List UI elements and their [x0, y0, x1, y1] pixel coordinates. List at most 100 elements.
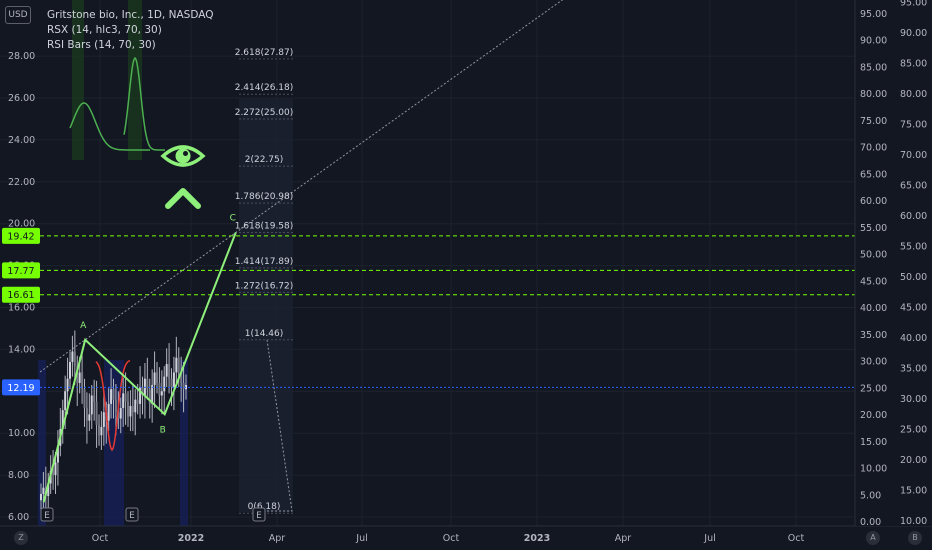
fib-level-label: 1.414(17.89)	[235, 257, 294, 267]
chart-legend: Gritstone bio, Inc., 1D, NASDAQ RSX (14,…	[47, 8, 213, 53]
osc2-tick: 55.00	[900, 242, 927, 253]
candle	[175, 336, 178, 383]
auto-scale-button[interactable]: A	[866, 531, 880, 545]
wave-label-b: B	[160, 425, 166, 435]
rsi-bars-indicator-label[interactable]: RSI Bars (14, 70, 30)	[47, 38, 213, 53]
earnings-event-marker: E	[40, 507, 54, 522]
osc1-tick: 35.00	[860, 330, 887, 341]
fib-level-label: 1.272(16.72)	[235, 281, 294, 291]
osc1-tick: 75.00	[860, 116, 887, 127]
osc1-tick: 80.00	[860, 89, 887, 100]
candle	[160, 370, 163, 415]
candle	[131, 385, 134, 432]
time-tick: Jul	[703, 533, 715, 544]
candle	[168, 343, 171, 394]
time-tick: Oct	[443, 533, 460, 544]
osc1-tick: 20.00	[860, 410, 887, 421]
earnings-event-marker: E	[125, 507, 139, 522]
chevron-up-icon	[165, 188, 201, 209]
time-tick: Apr	[615, 533, 632, 544]
osc1-tick: 90.00	[860, 36, 887, 47]
candle	[146, 357, 149, 400]
timezone-button[interactable]: Z	[14, 531, 28, 545]
candle	[143, 363, 146, 419]
candle	[134, 389, 137, 436]
osc1-tick: 65.00	[860, 169, 887, 180]
fib-level-label: 2.414(26.18)	[235, 83, 294, 93]
log-scale-button[interactable]: B	[908, 531, 922, 545]
osc2-tick: 65.00	[900, 181, 927, 192]
osc1-tick: 70.00	[860, 143, 887, 154]
price-tick: 10.00	[8, 428, 35, 439]
price-tick: 8.00	[8, 470, 29, 481]
osc2-tick: 50.00	[900, 272, 927, 283]
time-tick: Apr	[269, 533, 286, 544]
price-tick: 16.00	[8, 303, 35, 314]
fib-level-label: 1.618(19.58)	[235, 221, 294, 231]
osc1-tick: 25.00	[860, 383, 887, 394]
candle	[93, 379, 96, 421]
svg-text:E: E	[129, 511, 135, 521]
fib-level-label: 2.272(25.00)	[235, 108, 294, 118]
eye-icon	[160, 145, 206, 167]
price-tick: 28.00	[8, 51, 35, 62]
osc2-tick: 40.00	[900, 333, 927, 344]
osc1-tick: 0.00	[860, 517, 881, 528]
candle	[83, 378, 86, 427]
wave-label-a: A	[80, 321, 87, 331]
candle	[127, 391, 129, 427]
candle	[156, 361, 158, 394]
osc1-tick: 40.00	[860, 303, 887, 314]
candle	[165, 348, 168, 388]
osc2-tick: 10.00	[900, 516, 927, 527]
osc2-tick: 60.00	[900, 211, 927, 222]
osc2-tick: 25.00	[900, 425, 927, 436]
candle	[76, 355, 79, 406]
osc2-tick: 80.00	[900, 89, 927, 100]
svg-text:E: E	[44, 511, 50, 521]
svg-text:E: E	[256, 511, 262, 521]
osc2-tick: 95.00	[900, 0, 927, 9]
fib-level-label: 1(14.46)	[245, 329, 284, 339]
candle	[151, 369, 154, 423]
rsx-indicator-label[interactable]: RSX (14, hlc3, 70, 30)	[47, 23, 213, 38]
candle	[69, 351, 71, 390]
fib-level-label: 2.618(27.87)	[235, 48, 294, 58]
event-markers: EEE	[40, 507, 266, 522]
price-tick: 14.00	[8, 344, 35, 355]
symbol-title: Gritstone bio, Inc., 1D, NASDAQ	[47, 9, 214, 21]
osc2-tick: 70.00	[900, 150, 927, 161]
osc1-tick: 10.00	[860, 464, 887, 475]
time-tick: Oct	[92, 533, 109, 544]
price-label: 16.61	[7, 290, 34, 301]
price-tick: 26.00	[8, 93, 35, 104]
price-levels	[40, 235, 855, 388]
osc1-tick: 95.00	[860, 9, 887, 20]
candle	[163, 366, 166, 415]
osc2-tick: 20.00	[900, 455, 927, 466]
price-tick: 6.00	[8, 512, 29, 523]
osc1-tick: 85.00	[860, 62, 887, 73]
osc1-tick: 55.00	[860, 223, 887, 234]
time-tick: Jul	[355, 533, 367, 544]
price-label: 19.42	[7, 231, 34, 242]
price-label: 17.77	[7, 266, 34, 277]
currency-badge[interactable]: USD	[5, 6, 31, 24]
candle	[85, 392, 88, 444]
osc2-tick: 30.00	[900, 394, 927, 405]
candle	[71, 335, 74, 377]
time-tick: 2022	[178, 533, 204, 544]
candle	[56, 430, 59, 486]
candle	[153, 351, 156, 409]
candle	[129, 390, 132, 432]
osc1-tick: 5.00	[860, 490, 881, 501]
candle	[172, 356, 175, 411]
chart-canvas[interactable]: ABC 0(6.18)1(14.46)1.272(16.72)1.414(17.…	[0, 0, 932, 550]
osc1-tick: 60.00	[860, 196, 887, 207]
osc1-tick: 30.00	[860, 357, 887, 368]
candle	[81, 351, 84, 404]
candle	[88, 393, 91, 432]
oscillator-axis-1: 0.00 5.00 10.00 15.00 20.00 25.00 30.00 35.00 40…	[854, 0, 932, 528]
price-tick: 24.00	[8, 135, 35, 146]
time-axis: Oct 2022 Apr Jul Oct 2023 Apr Jul Oct	[0, 525, 932, 550]
